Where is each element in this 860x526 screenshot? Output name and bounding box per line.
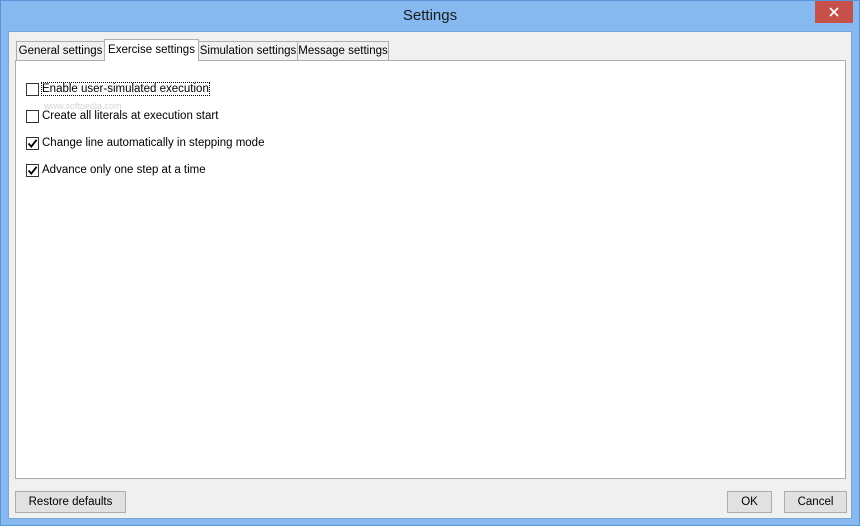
dialog-client-area: General settings Exercise settings Simul… [8, 31, 852, 519]
checkbox[interactable] [26, 109, 39, 123]
checkbox-label: Advance only one step at a time [42, 164, 206, 176]
ok-button[interactable]: OK [727, 491, 772, 513]
tab-general-settings[interactable]: General settings [16, 41, 105, 60]
title-bar[interactable]: Settings [1, 1, 859, 31]
option-change-line-automatically[interactable]: Change line automatically in stepping mo… [26, 135, 264, 151]
checkmark-icon [27, 138, 38, 149]
exercise-settings-panel: www.softpedia.com Enable user-simulated … [15, 60, 846, 479]
close-button[interactable] [815, 1, 853, 23]
checkbox-label: Enable user-simulated execution [41, 82, 210, 96]
settings-window: Settings General settings Exercise setti… [0, 0, 860, 526]
option-enable-user-simulated-execution[interactable]: Enable user-simulated execution [26, 81, 210, 97]
tab-simulation-settings[interactable]: Simulation settings [198, 41, 298, 60]
cancel-button[interactable]: Cancel [784, 491, 847, 513]
option-advance-one-step[interactable]: Advance only one step at a time [26, 162, 206, 178]
tab-message-settings[interactable]: Message settings [297, 41, 389, 60]
checkbox-label: Change line automatically in stepping mo… [42, 137, 265, 149]
checkmark-icon [27, 165, 38, 176]
tab-exercise-settings[interactable]: Exercise settings [104, 39, 199, 61]
checkbox-checked[interactable] [26, 136, 39, 150]
restore-defaults-button[interactable]: Restore defaults [15, 491, 126, 513]
close-icon [829, 7, 839, 17]
checkbox[interactable] [26, 82, 39, 96]
checkbox-label: Create all literals at execution start [42, 110, 219, 122]
window-title: Settings [402, 7, 458, 24]
checkbox-checked[interactable] [26, 163, 39, 177]
option-create-all-literals[interactable]: Create all literals at execution start [26, 108, 218, 124]
